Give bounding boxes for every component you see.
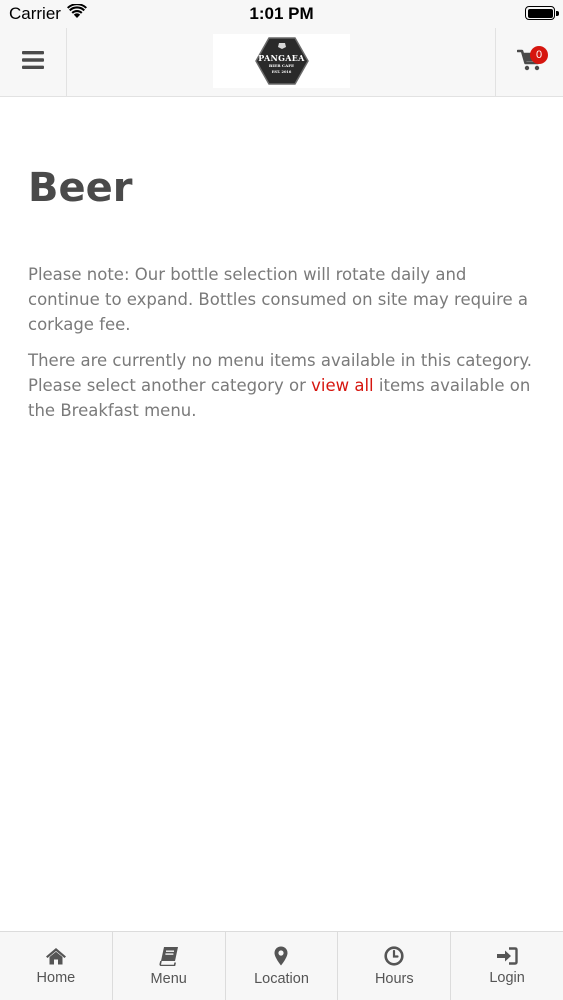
logo-subtitle: BIER CAFE [268, 63, 295, 68]
sign-in-icon [496, 946, 518, 965]
logo-est: EST. 2016 [271, 70, 292, 74]
tab-hours-label: Hours [374, 970, 414, 987]
tab-login[interactable]: Login [451, 932, 563, 1000]
page-title: Beer [28, 165, 133, 211]
brand-logo[interactable]: PANGAEA BIER CAFE EST. 2016 [213, 34, 350, 88]
tab-location-label: Location [254, 970, 309, 987]
battery-tip [556, 11, 559, 16]
bottom-tab-bar: Home Menu Location Hours Login [0, 931, 563, 1000]
tab-home-label: Home [36, 969, 76, 986]
status-time: 1:01 PM [249, 4, 314, 23]
tab-home[interactable]: Home [0, 932, 113, 1000]
status-bar: Carrier 1:01 PM [0, 0, 563, 28]
empty-category-message: There are currently no menu items availa… [28, 348, 535, 423]
tab-location[interactable]: Location [226, 932, 339, 1000]
clock-icon [384, 945, 404, 966]
main-content: Beer Please note: Our bottle selection w… [0, 96, 563, 423]
bottle-note: Please note: Our bottle selection will r… [28, 265, 529, 334]
book-icon [159, 946, 179, 966]
app-header: PANGAEA BIER CAFE EST. 2016 0 [0, 28, 563, 97]
cart-count-badge: 0 [530, 46, 548, 64]
map-marker-icon [274, 946, 288, 966]
home-icon [45, 947, 67, 965]
logo-emblem: PANGAEA BIER CAFE EST. 2016 [254, 36, 309, 86]
hamburger-icon [22, 50, 44, 74]
view-all-link[interactable]: view all [311, 376, 374, 395]
tab-menu-label: Menu [150, 970, 187, 987]
tab-menu[interactable]: Menu [113, 932, 226, 1000]
tab-login-label: Login [489, 969, 525, 986]
battery-icon [525, 6, 555, 20]
hamburger-menu-button[interactable] [0, 28, 67, 96]
cart-button[interactable]: 0 [495, 28, 563, 96]
app-screen: Carrier 1:01 PM PANGAEA BIER CAFE EST. 2… [0, 0, 563, 1000]
logo-name: PANGAEA [258, 53, 305, 63]
tab-hours[interactable]: Hours [338, 932, 452, 1000]
